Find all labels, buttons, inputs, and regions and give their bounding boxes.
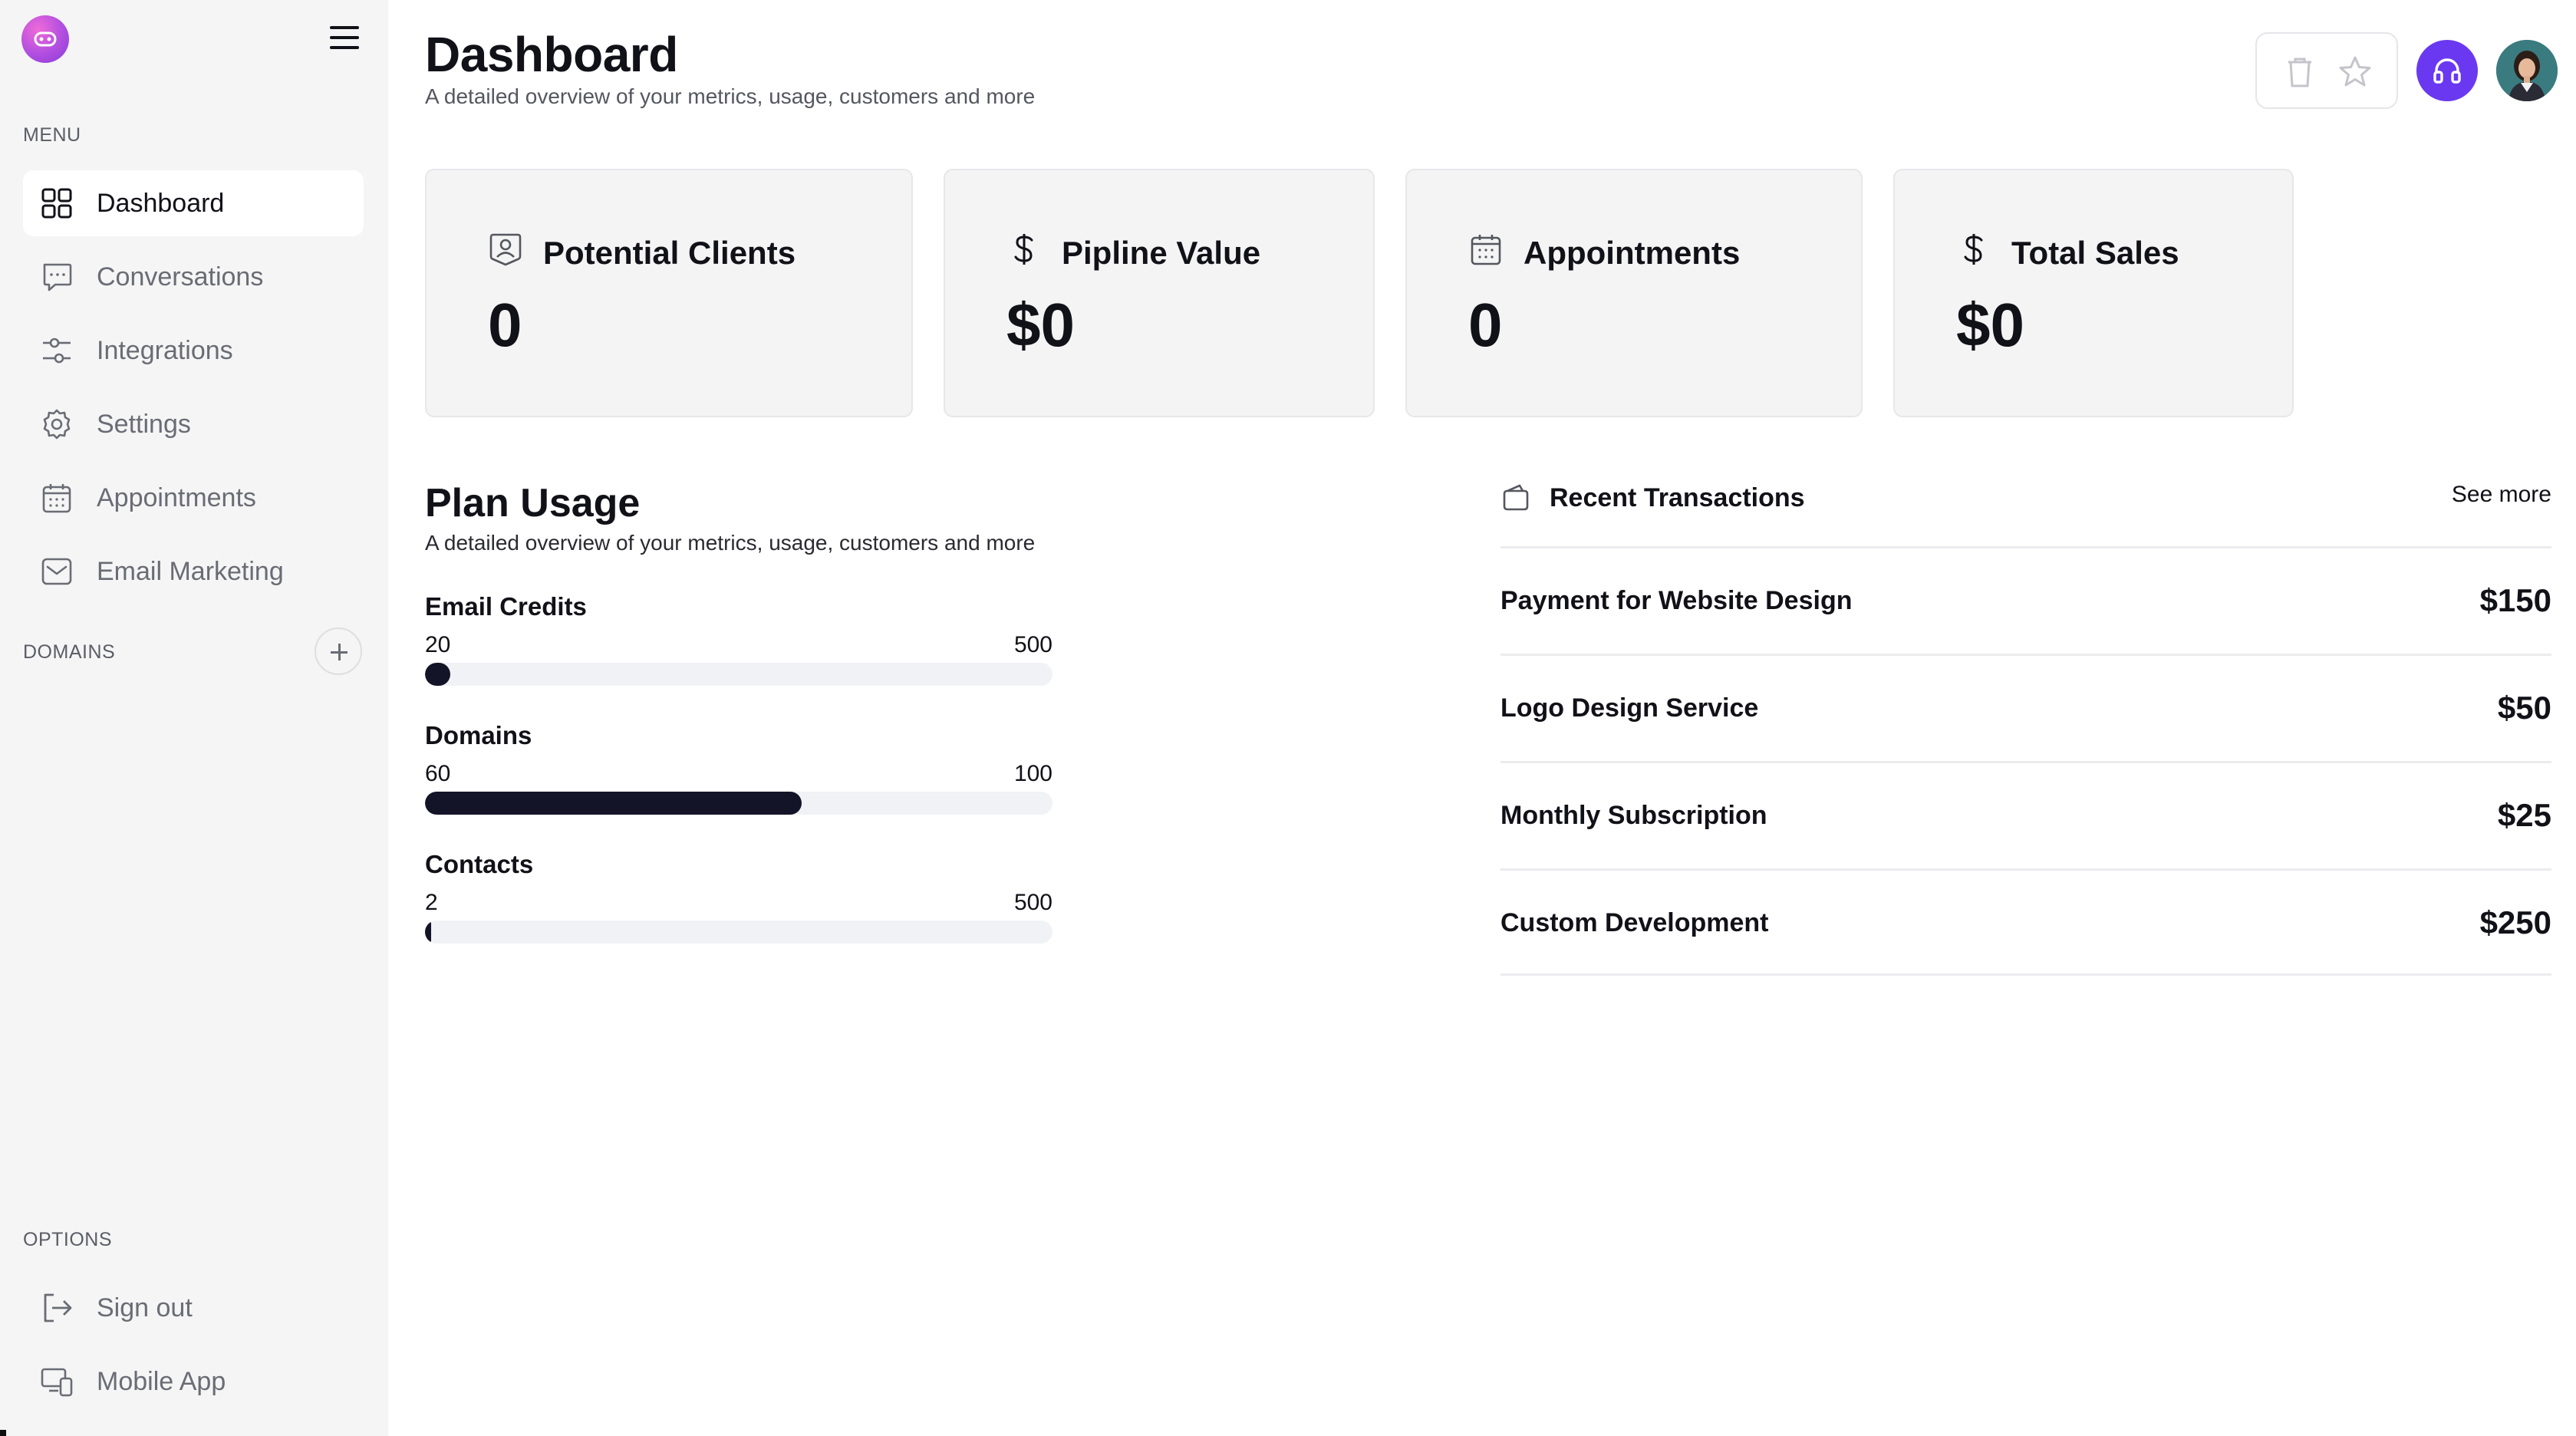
transaction-amount: $25 [2497,797,2551,833]
usage-progress-track [425,792,1052,815]
transaction-row[interactable]: Logo Design Service $50 [1500,654,2551,761]
devices-icon [41,1368,73,1397]
options-section-label: OPTIONS [23,1229,113,1250]
sidebar-item-email-marketing[interactable]: Email Marketing [23,538,364,604]
usage-limit: 500 [1013,890,1052,915]
gear-icon [43,409,71,440]
stat-card-pipeline-value: Pipline Value $0 [944,169,1375,417]
sliders-icon [43,338,71,364]
transaction-amount: $150 [2479,582,2551,618]
card-title: Pipline Value [1062,235,1261,271]
calendar-icon [1471,235,1501,265]
chat-icon [43,263,72,291]
sidebar-item-label: Appointments [97,483,256,512]
star-icon[interactable] [2337,54,2373,91]
usage-limit: 500 [1013,632,1052,657]
transaction-name: Monthly Subscription [1500,801,1767,830]
dollar-icon [1964,234,1983,265]
sidebar-item-label: Settings [97,410,191,439]
transaction-name: Logo Design Service [1500,693,1759,723]
usage-limit: 100 [1013,761,1052,786]
sidebar-item-dashboard[interactable]: Dashboard [23,170,364,236]
usage-label: Contacts [425,850,534,878]
sidebar-item-label: Integrations [97,336,233,365]
sidebar-item-conversations[interactable]: Conversations [23,244,364,310]
usage-label: Email Credits [425,592,587,621]
transaction-name: Custom Development [1500,908,1769,937]
add-domain-button[interactable] [315,627,362,675]
stat-card-potential-clients: Potential Clients 0 [425,169,913,417]
person-badge-icon [489,233,522,266]
app: MENU Dashboard Conversations Integration… [0,0,2576,1436]
card-title: Potential Clients [543,235,796,271]
window-corner [0,1430,6,1436]
domains-section-label: DOMAINS [23,641,116,663]
card-value: $0 [1956,291,2024,359]
card-value: 0 [488,291,522,359]
plan-usage-subtitle: A detailed overview of your metrics, usa… [425,531,1036,555]
sidebar-item-mobile-app[interactable]: Mobile App [23,1349,364,1415]
card-title: Appointments [1524,235,1741,271]
stat-card-total-sales: Total Sales $0 [1893,169,2294,417]
card-value: $0 [1006,291,1075,359]
sidebar-item-label: Email Marketing [97,557,284,586]
usage-progress-track [425,663,1052,686]
see-more-link[interactable]: See more [2452,482,2551,508]
page-subtitle: A detailed overview of your metrics, usa… [425,84,1036,108]
transaction-name: Payment for Website Design [1500,586,1853,615]
usage-progress-fill [425,921,431,944]
support-headset-button[interactable] [2416,40,2478,101]
sidebar-item-integrations[interactable]: Integrations [23,318,364,384]
stat-card-appointments: Appointments 0 [1405,169,1863,417]
transaction-row[interactable]: Payment for Website Design $150 [1500,546,2551,654]
sidebar-item-settings[interactable]: Settings [23,391,364,457]
plan-usage-title: Plan Usage [425,481,641,525]
sidebar-item-label: Mobile App [97,1367,226,1396]
sidebar-item-label: Dashboard [97,189,225,218]
sidebar: MENU Dashboard Conversations Integration… [0,0,388,1436]
usage-used: 20 [425,632,451,657]
sidebar-item-label: Sign out [97,1293,193,1322]
card-title: Total Sales [2011,235,2179,271]
calendar-icon [42,484,71,513]
grid-icon [41,188,72,219]
toolbar [2255,32,2398,109]
sidebar-item-label: Conversations [97,262,264,291]
transaction-amount: $250 [2479,904,2551,940]
recent-transactions-title: Recent Transactions [1550,483,1805,512]
transaction-amount: $50 [2497,690,2551,726]
logo-icon[interactable] [21,15,69,63]
avatar[interactable] [2496,40,2558,101]
usage-label: Domains [425,721,532,749]
sidebar-item-sign-out[interactable]: Sign out [23,1275,364,1341]
menu-section-label: MENU [23,124,81,146]
transaction-row[interactable]: Custom Development $250 [1500,868,2551,976]
sign-out-icon [44,1293,72,1322]
sidebar-item-appointments[interactable]: Appointments [23,465,364,531]
menu-toggle-icon[interactable] [328,23,362,54]
headset-icon [2433,58,2461,84]
transaction-row[interactable]: Monthly Subscription $25 [1500,761,2551,868]
page-title: Dashboard [425,27,678,82]
usage-progress-fill [425,792,802,815]
mail-icon [41,558,72,585]
usage-used: 2 [425,890,438,915]
dollar-icon [1014,234,1033,265]
usage-progress-fill [425,663,450,686]
usage-progress-track [425,921,1052,944]
wallet-icon [1503,484,1529,511]
card-value: 0 [1468,291,1503,359]
trash-icon[interactable] [2281,54,2318,91]
usage-used: 60 [425,761,451,786]
